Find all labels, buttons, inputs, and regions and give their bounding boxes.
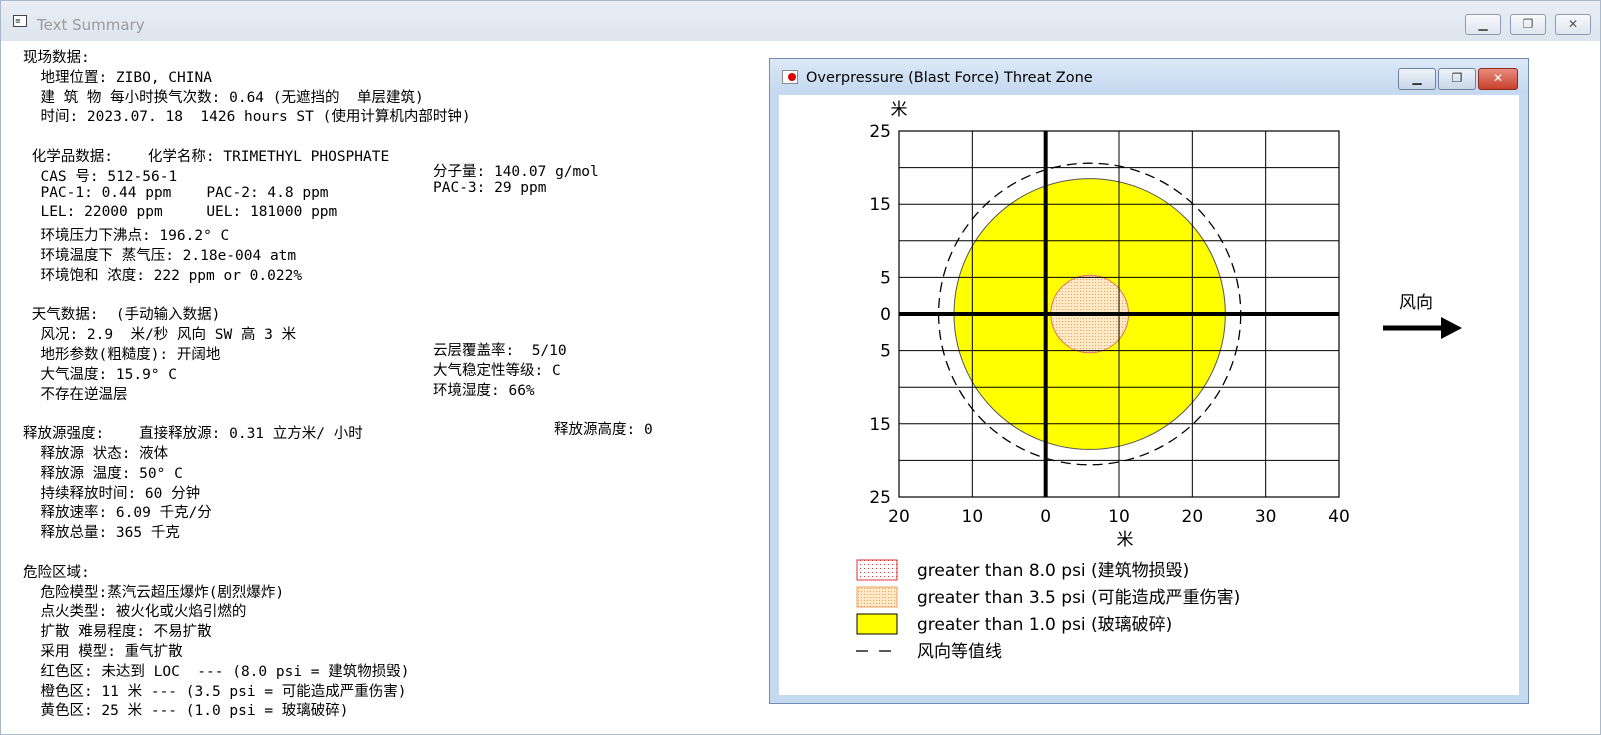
threat-zone-window: Overpressure (Blast Force) Threat Zone ▁… (769, 58, 1529, 704)
wind-arrow-icon (1383, 317, 1462, 339)
y-tick-label: 15 (869, 195, 891, 215)
chart-restore-button[interactable]: ❐ (1438, 68, 1476, 90)
summary-line: 释放源 温度: 50° C (23, 465, 183, 482)
summary-line: 释放总量: 365 千克 (23, 525, 180, 542)
threat-zone-chart: 20 10 0 10 20 30 40 25 15 5 0 5 15 25 米 米 风向 greater … (856, 100, 1462, 662)
summary-line: 持续释放时间: 60 分钟 (23, 485, 201, 502)
y-unit-label: 米 (891, 100, 908, 120)
summary-line: 地理位置: ZIBO, CHINA (23, 69, 212, 86)
title-bar[interactable]: ≡ Text Summary ▁ ❐ ✕ (1, 1, 1600, 41)
minimize-button[interactable]: ▁ (1465, 14, 1501, 35)
y-tick-label: 5 (880, 342, 891, 362)
summary-line: 红色区: 未达到 LOC --- (8.0 psi = 建筑物损毁) (23, 663, 410, 680)
threat-zone-title: Overpressure (Blast Force) Threat Zone (806, 70, 1093, 86)
legend-label: greater than 3.5 psi (可能造成严重伤害) (917, 588, 1240, 608)
summary-line: 环境压力下沸点: 196.2° C (23, 228, 230, 245)
text-summary-window: ≡ Text Summary ▁ ❐ ✕ 现场数据: 地理位置: ZIBO, C… (0, 0, 1601, 735)
summary-line: 现场数据: (23, 50, 90, 66)
minimize-icon: ▁ (1412, 71, 1422, 85)
x-tick-label: 0 (1040, 507, 1051, 527)
legend-label: 风向等值线 (917, 642, 1002, 662)
y-tick-label: 5 (880, 268, 891, 288)
y-tick-label: 25 (869, 488, 891, 508)
chart-legend: greater than 8.0 psi (建筑物损毁) greater than… (856, 559, 1240, 662)
summary-line: 扩散 难易程度: 不易扩散 (23, 624, 212, 641)
summary-line: 时间: 2023.07. 18 1426 hours ST (使用计算机内部时钟… (23, 109, 471, 126)
threat-zone-chart-area: 20 10 0 10 20 30 40 25 15 5 0 5 15 25 米 米 风向 greater … (779, 95, 1519, 695)
summary-line: 不存在逆温层 (23, 386, 128, 403)
summary-line: 释放源 状态: 液体 (23, 446, 169, 462)
summary-line: 化学品数据: 化学名称: TRIMETHYL PHOSPHATE (23, 149, 390, 165)
pac3-label: PAC-3: 29 ppm (433, 180, 547, 196)
window-title: Text Summary (37, 16, 145, 34)
summary-line: 天气数据: (手动输入数据) (23, 307, 221, 324)
close-button[interactable]: ✕ (1555, 14, 1591, 35)
y-tick-label: 15 (869, 415, 891, 435)
chart-close-button[interactable]: ✕ (1478, 68, 1518, 90)
x-tick-label: 20 (888, 507, 910, 527)
summary-line: 建 筑 物 每小时换气次数: 0.64 (无遮挡的 单层建筑) (23, 89, 424, 106)
summary-line: CAS 号: 512-56-1 (23, 168, 178, 185)
release-height-label: 释放源高度: 0 (554, 422, 653, 438)
summary-line: 采用 模型: 重气扩散 (23, 644, 183, 660)
cloud-cover-label: 云层覆盖率: 5/10 (433, 343, 567, 359)
summary-line: 地形参数(粗糙度): 开阔地 (23, 347, 221, 363)
close-icon: ✕ (1567, 17, 1579, 31)
restore-icon: ❐ (1451, 71, 1463, 85)
x-axis-label: 米 (1117, 530, 1134, 550)
threat-zone-title-bar[interactable]: Overpressure (Blast Force) Threat Zone ▁… (770, 59, 1528, 93)
molecular-weight-label: 分子量: 140.07 g/mol (433, 164, 599, 180)
summary-line: 危险区域: (23, 564, 90, 581)
wind-direction-label: 风向 (1399, 293, 1433, 313)
summary-line: 环境饱和 浓度: 222 ppm or 0.022% (23, 267, 303, 284)
summary-line: 风况: 2.9 米/秒 风向 SW 高 3 米 (23, 327, 297, 344)
legend-swatch (856, 559, 898, 581)
stability-label: 大气稳定性等级: C (433, 363, 561, 379)
app-icon: ≡ (13, 15, 27, 27)
summary-line: PAC-1: 0.44 ppm PAC-2: 4.8 ppm (23, 184, 329, 201)
x-tick-label: 40 (1328, 507, 1350, 527)
summary-line: 释放速率: 6.09 千克/分 (23, 505, 212, 522)
summary-line: LEL: 22000 ppm UEL: 181000 ppm (23, 204, 338, 221)
humidity-label: 环境湿度: 66% (433, 383, 535, 399)
summary-line: 危险模型:蒸汽云超压爆炸(剧烈爆炸) (23, 584, 285, 601)
minimize-icon: ▁ (1478, 17, 1488, 31)
x-tick-label: 10 (962, 507, 984, 527)
y-tick-label: 25 (869, 122, 891, 142)
summary-line: 点火类型: 被火化或火焰引燃的 (23, 604, 247, 621)
threat-zone-app-icon (782, 70, 798, 84)
summary-line: 黄色区: 25 米 --- (1.0 psi = 玻璃破碎) (23, 703, 349, 720)
summary-line: 大气温度: 15.9° C (23, 366, 178, 383)
restore-icon: ❐ (1522, 17, 1534, 31)
x-tick-label: 30 (1255, 507, 1277, 527)
restore-button[interactable]: ❐ (1510, 14, 1546, 35)
legend-label: greater than 1.0 psi (玻璃破碎) (917, 615, 1172, 635)
y-tick-label: 0 (880, 305, 891, 325)
legend-label: greater than 8.0 psi (建筑物损毁) (917, 561, 1189, 581)
x-tick-label: 20 (1182, 507, 1204, 527)
chart-minimize-button[interactable]: ▁ (1398, 68, 1436, 90)
summary-line: 橙色区: 11 米 --- (3.5 psi = 可能造成严重伤害) (23, 683, 407, 700)
legend-swatch (856, 586, 898, 608)
summary-line: 释放源强度: 直接释放源: 0.31 立方米/ 小时 (23, 426, 363, 443)
x-tick-label: 10 (1108, 507, 1130, 527)
summary-line: 环境温度下 蒸气压: 2.18e-004 atm (23, 248, 297, 264)
legend-swatch (856, 613, 898, 635)
close-icon: ✕ (1492, 71, 1504, 85)
